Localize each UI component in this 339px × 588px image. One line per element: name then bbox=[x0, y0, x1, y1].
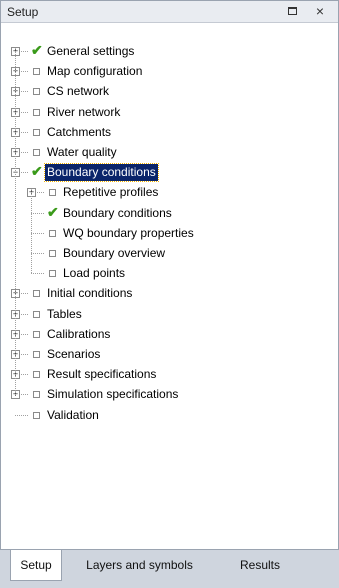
tree-node[interactable]: + Water quality bbox=[1, 142, 338, 162]
tree-node-label: Map configuration bbox=[47, 64, 143, 79]
empty-box-icon bbox=[33, 68, 40, 76]
tree-node[interactable]: ✔ Boundary conditions bbox=[1, 203, 338, 223]
tree-node[interactable]: + Simulation specifications bbox=[1, 384, 338, 404]
tree-node-label: Tables bbox=[47, 306, 82, 321]
tree-node-label: Initial conditions bbox=[47, 286, 133, 301]
tree-connector bbox=[31, 232, 44, 234]
pin-icon[interactable] bbox=[288, 7, 297, 15]
tree-branch-line bbox=[31, 192, 32, 274]
close-icon[interactable]: × bbox=[316, 3, 324, 19]
empty-box-icon bbox=[33, 108, 40, 116]
tree-node[interactable]: + Map configuration bbox=[1, 61, 338, 81]
tree-connector bbox=[21, 293, 28, 295]
tree-node[interactable]: − ✔ Boundary conditions bbox=[1, 162, 338, 183]
tree-node-label: Simulation specifications bbox=[47, 387, 179, 402]
tree-connector bbox=[15, 414, 28, 416]
empty-box-icon bbox=[33, 391, 40, 399]
tree-node-label: Catchments bbox=[47, 124, 112, 139]
empty-box-icon bbox=[33, 149, 40, 156]
tree-connector bbox=[31, 273, 44, 275]
tree-connector bbox=[21, 333, 28, 335]
tree-node[interactable]: + CS network bbox=[1, 81, 338, 101]
tree-connector bbox=[21, 51, 28, 52]
empty-box-icon bbox=[49, 270, 56, 278]
tree-node[interactable]: + ✔ General settings bbox=[1, 41, 338, 61]
tree-node-label: Calibrations bbox=[47, 326, 111, 341]
tree-node[interactable]: + Repetitive profiles bbox=[1, 182, 338, 202]
empty-box-icon bbox=[33, 310, 40, 318]
tree-node[interactable]: + Initial conditions bbox=[1, 283, 338, 303]
check-icon: ✔ bbox=[31, 42, 43, 58]
bottom-tab-bar: Setup Layers and symbols Results bbox=[0, 550, 339, 588]
tree-connector bbox=[31, 253, 44, 254]
panel-title: Setup bbox=[7, 5, 39, 19]
tree-connector bbox=[21, 394, 28, 396]
tree-connector bbox=[21, 152, 28, 153]
empty-box-icon bbox=[33, 88, 40, 96]
tree-node[interactable]: WQ boundary properties bbox=[1, 223, 338, 243]
tree-node[interactable]: Validation bbox=[1, 405, 338, 425]
tree-node-label: Repetitive profiles bbox=[63, 185, 159, 200]
empty-box-icon bbox=[33, 371, 40, 379]
tree-node-label: Boundary conditions bbox=[63, 205, 172, 220]
empty-box-icon bbox=[33, 351, 40, 358]
tree-node-label: Scenarios bbox=[47, 347, 101, 361]
tree-node-label: CS network bbox=[47, 84, 110, 99]
tree-node[interactable]: + Calibrations bbox=[1, 324, 338, 344]
tree-connector bbox=[31, 212, 44, 214]
empty-box-icon bbox=[33, 290, 40, 298]
tree-connector bbox=[21, 131, 28, 133]
tree-node-label: Result specifications bbox=[47, 367, 157, 382]
tree-node[interactable]: + Catchments bbox=[1, 122, 338, 142]
tree-node[interactable]: + Result specifications bbox=[1, 364, 338, 384]
panel-titlebar: Setup × bbox=[1, 1, 338, 23]
tree-node-label: Water quality bbox=[47, 145, 117, 159]
tree-connector bbox=[21, 172, 28, 174]
empty-box-icon bbox=[33, 411, 40, 419]
tree-connector bbox=[21, 354, 28, 355]
tree-node-label: Boundary conditions bbox=[44, 163, 159, 183]
tree-connector bbox=[37, 192, 44, 194]
tree-node[interactable]: + Tables bbox=[1, 304, 338, 324]
tree-connector bbox=[21, 111, 28, 113]
setup-panel: Setup × + ✔ General settings + Map configura… bbox=[0, 0, 339, 550]
tree-connector bbox=[21, 91, 28, 93]
check-icon: ✔ bbox=[47, 203, 59, 220]
tree-node-label: WQ boundary properties bbox=[63, 225, 194, 240]
empty-box-icon bbox=[33, 128, 40, 136]
tab-layers-and-symbols[interactable]: Layers and symbols bbox=[72, 550, 207, 580]
empty-box-icon bbox=[49, 189, 56, 197]
tree-node-label: Validation bbox=[47, 407, 99, 422]
tree-node[interactable]: + Scenarios bbox=[1, 344, 338, 364]
tab-results[interactable]: Results bbox=[220, 550, 300, 580]
tab-setup[interactable]: Setup bbox=[10, 550, 62, 581]
setup-tree: + ✔ General settings + Map configuration + CS … bbox=[1, 23, 338, 549]
tree-node-label: River network bbox=[47, 104, 121, 119]
empty-box-icon bbox=[49, 229, 56, 237]
tree-node-label: General settings bbox=[47, 44, 135, 58]
tree-trunk-line bbox=[15, 51, 16, 396]
empty-box-icon bbox=[49, 250, 56, 257]
tree-node-label: Boundary overview bbox=[63, 246, 166, 260]
tree-node[interactable]: + River network bbox=[1, 102, 338, 122]
tree-connector bbox=[21, 374, 28, 376]
check-icon: ✔ bbox=[31, 163, 43, 180]
tree-node[interactable]: Load points bbox=[1, 263, 338, 283]
tree-connector bbox=[21, 313, 28, 315]
empty-box-icon bbox=[33, 330, 40, 338]
tree-node[interactable]: Boundary overview bbox=[1, 243, 338, 263]
tree-node-label: Load points bbox=[63, 266, 126, 281]
tree-connector bbox=[21, 71, 28, 73]
